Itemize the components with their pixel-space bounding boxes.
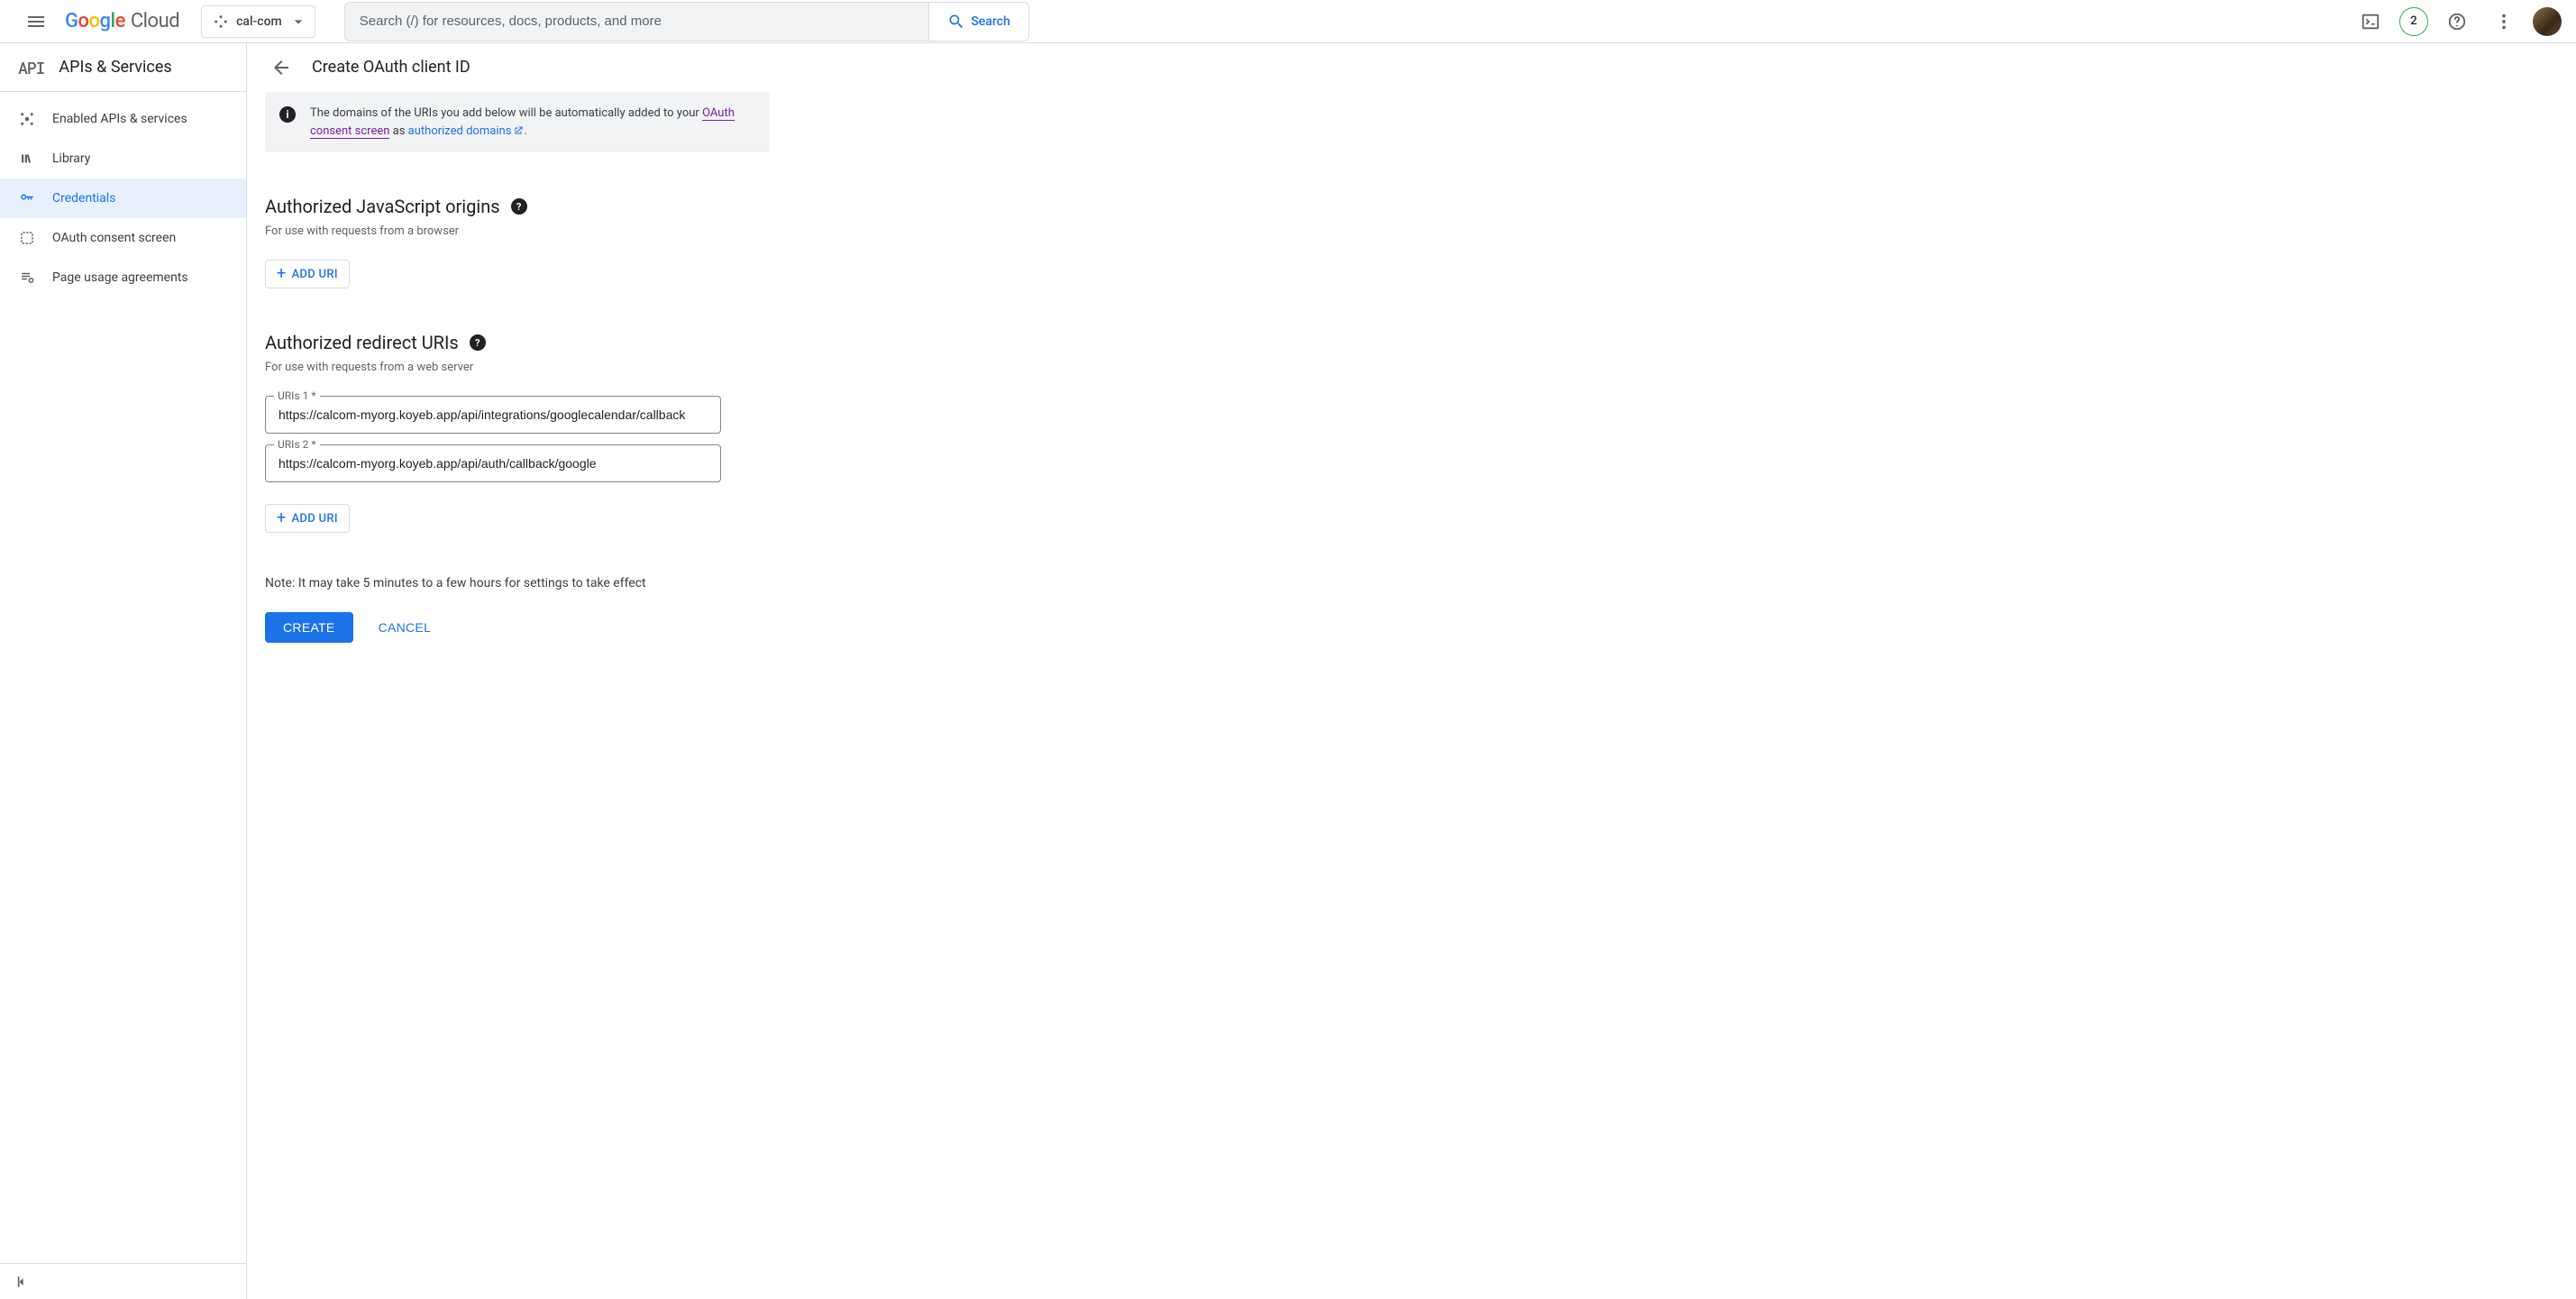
cloud-shell-button[interactable] [2352, 4, 2389, 40]
terminal-icon [2361, 12, 2380, 32]
search-input[interactable] [345, 3, 929, 41]
product-badge: API [18, 57, 44, 78]
sidebar-item-credentials[interactable]: Credentials [0, 178, 246, 218]
main-content: Create OAuth client ID i The domains of … [247, 43, 2576, 1299]
info-icon: i [279, 106, 296, 123]
body-wrap: API APIs & Services Enabled APIs & servi… [0, 43, 2576, 1299]
search-button-label: Search [971, 14, 1009, 29]
search-icon [947, 13, 965, 31]
help-tooltip-icon[interactable]: ? [470, 334, 486, 351]
notifications-button[interactable]: 2 [2399, 7, 2428, 36]
global-header: Google Cloud cal-com Search 2 [0, 0, 2576, 43]
cancel-button[interactable]: CANCEL [368, 612, 443, 643]
account-avatar[interactable] [2533, 7, 2562, 36]
info-box: i The domains of the URIs you add below … [265, 92, 770, 152]
search-button[interactable]: Search [928, 3, 1028, 41]
info-text: The domains of the URIs you add below wi… [310, 105, 755, 140]
uri-field-2: URIs 2 * [265, 444, 721, 482]
arrow-back-icon [270, 57, 292, 78]
uri-input-2[interactable] [265, 444, 721, 482]
section-title: Authorized JavaScript origins [265, 196, 500, 217]
field-label: URIs 2 * [274, 438, 320, 451]
uri-field-1: URIs 1 * [265, 396, 721, 434]
section-desc: For use with requests from a browser [265, 224, 770, 238]
sidebar-footer [0, 1263, 246, 1299]
authorized-domains-link[interactable]: authorized domains [408, 124, 525, 138]
help-icon [2447, 12, 2467, 32]
help-button[interactable] [2439, 4, 2475, 40]
sidebar-collapse-button[interactable] [7, 1267, 36, 1296]
hamburger-icon [25, 11, 47, 32]
info-prefix: The domains of the URIs you add below wi… [310, 106, 702, 120]
sidebar-item-label: Enabled APIs & services [52, 112, 187, 126]
add-uri-label: ADD URI [292, 268, 338, 281]
consent-icon [18, 229, 36, 247]
authorized-domains-link-text: authorized domains [408, 124, 512, 138]
uri-input-1[interactable] [265, 396, 721, 434]
settings-note: Note: It may take 5 minutes to a few hou… [265, 576, 1040, 590]
project-picker[interactable]: cal-com [201, 5, 315, 38]
page-content: i The domains of the URIs you add below … [247, 92, 1058, 679]
add-js-uri-button[interactable]: + ADD URI [265, 260, 350, 288]
external-link-icon [513, 125, 524, 136]
main-menu-button[interactable] [14, 0, 58, 43]
dashboard-icon [18, 110, 36, 128]
page-header: Create OAuth client ID [247, 43, 2576, 92]
library-icon [18, 150, 36, 168]
section-desc: For use with requests from a web server [265, 361, 770, 374]
section-heading: Authorized JavaScript origins ? [265, 196, 770, 217]
google-cloud-logo[interactable]: Google Cloud [65, 10, 179, 32]
more-button[interactable] [2486, 4, 2522, 40]
section-redirect-uris: Authorized redirect URIs ? For use with … [265, 332, 770, 533]
notifications-count: 2 [2410, 14, 2416, 28]
sidebar-item-label: OAuth consent screen [52, 231, 176, 245]
action-buttons: CREATE CANCEL [265, 612, 1040, 643]
sidebar-item-label: Page usage agreements [52, 270, 188, 285]
chevron-down-icon [289, 13, 307, 31]
header-actions: 2 [2352, 4, 2562, 40]
logo-suffix: Cloud [131, 10, 179, 32]
project-icon [213, 14, 229, 30]
logo-text: Google [65, 10, 125, 32]
sidebar-item-library[interactable]: Library [0, 139, 246, 178]
info-suffix: . [524, 124, 526, 138]
back-button[interactable] [265, 51, 297, 84]
key-icon [18, 189, 36, 207]
search-container: Search [344, 2, 1029, 41]
page-title: Create OAuth client ID [312, 58, 470, 77]
product-title: APIs & Services [59, 58, 171, 77]
project-name: cal-com [236, 14, 282, 29]
sidebar-header[interactable]: API APIs & Services [0, 43, 246, 92]
field-label: URIs 1 * [274, 389, 320, 402]
more-vert-icon [2494, 12, 2514, 32]
sidebar: API APIs & Services Enabled APIs & servi… [0, 43, 247, 1299]
section-js-origins: Authorized JavaScript origins ? For use … [265, 196, 770, 288]
info-mid: as [389, 124, 407, 138]
sidebar-item-oauth-consent[interactable]: OAuth consent screen [0, 218, 246, 258]
plus-icon: + [277, 266, 287, 282]
sidebar-item-label: Library [52, 151, 90, 166]
plus-icon: + [277, 510, 287, 526]
section-heading: Authorized redirect URIs ? [265, 332, 770, 353]
create-button[interactable]: CREATE [265, 612, 353, 643]
section-title: Authorized redirect URIs [265, 332, 459, 353]
sidebar-nav: Enabled APIs & services Library Credenti… [0, 92, 246, 1263]
help-tooltip-icon[interactable]: ? [511, 198, 527, 215]
sidebar-item-page-usage[interactable]: Page usage agreements [0, 258, 246, 297]
sidebar-item-enabled-apis[interactable]: Enabled APIs & services [0, 99, 246, 139]
chevron-left-icon [13, 1273, 31, 1291]
add-uri-label: ADD URI [292, 512, 338, 526]
agreements-icon [18, 269, 36, 287]
add-redirect-uri-button[interactable]: + ADD URI [265, 504, 350, 533]
sidebar-item-label: Credentials [52, 191, 115, 206]
